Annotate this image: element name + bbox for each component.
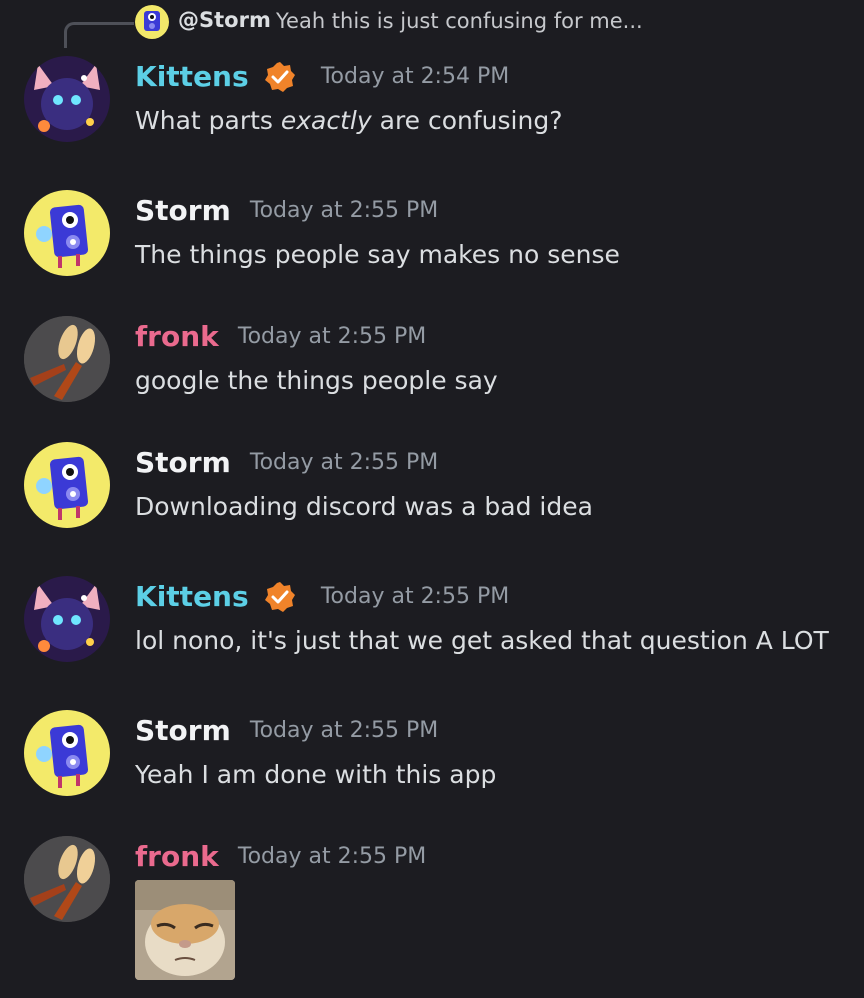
cat-image-icon xyxy=(135,880,235,980)
username[interactable]: fronk xyxy=(135,840,219,873)
timestamp: Today at 2:55 PM xyxy=(249,718,439,743)
message-emphasis: exactly xyxy=(280,106,372,135)
message: fronk Today at 2:55 PM google the things… xyxy=(0,316,864,416)
message-content: Downloading discord was a bad idea xyxy=(135,492,593,521)
username[interactable]: Kittens xyxy=(135,580,249,613)
message-header: fronk Today at 2:55 PM xyxy=(135,840,426,880)
timestamp: Today at 2:55 PM xyxy=(237,844,427,869)
avatar[interactable] xyxy=(24,710,110,796)
storm-avatar-icon xyxy=(144,11,160,31)
username[interactable]: Kittens xyxy=(135,60,249,93)
kittens-avatar-icon xyxy=(24,56,110,142)
storm-avatar-icon xyxy=(36,456,89,520)
avatar[interactable] xyxy=(24,442,110,528)
message-header: Storm Today at 2:55 PM xyxy=(135,194,438,234)
timestamp: Today at 2:55 PM xyxy=(249,450,439,475)
reply-preview[interactable]: @Storm Yeah this is just confusing for m… xyxy=(0,0,864,48)
message-content: Yeah I am done with this app xyxy=(135,760,497,789)
message-list: @Storm Yeah this is just confusing for m… xyxy=(0,0,864,998)
verified-badge-icon xyxy=(264,581,295,612)
message-header: Kittens Today at 2:54 PM xyxy=(135,60,509,100)
kittens-avatar-icon xyxy=(24,576,110,662)
verified-badge-icon xyxy=(264,61,295,92)
message-header: Kittens Today at 2:55 PM xyxy=(135,580,509,620)
message: Kittens Today at 2:54 PM What parts exac… xyxy=(0,56,864,166)
message: Storm Today at 2:55 PM Yeah I am done wi… xyxy=(0,710,864,810)
username[interactable]: Storm xyxy=(135,194,231,227)
username[interactable]: Storm xyxy=(135,714,231,747)
message: Storm Today at 2:55 PM The things people… xyxy=(0,190,864,290)
message: fronk Today at 2:55 PM xyxy=(0,836,864,986)
message-content: What parts exactly are confusing? xyxy=(135,106,562,135)
message: Storm Today at 2:55 PM Downloading disco… xyxy=(0,442,864,542)
image-attachment[interactable] xyxy=(135,880,235,980)
username[interactable]: fronk xyxy=(135,320,219,353)
message-content: The things people say makes no sense xyxy=(135,240,620,269)
message: Kittens Today at 2:55 PM lol nono, it's … xyxy=(0,576,864,676)
reply-username[interactable]: @Storm xyxy=(178,8,271,32)
message-header: Storm Today at 2:55 PM xyxy=(135,446,438,486)
avatar[interactable] xyxy=(24,836,110,922)
timestamp: Today at 2:55 PM xyxy=(320,584,510,609)
message-content: lol nono, it's just that we get asked th… xyxy=(135,626,829,655)
timestamp: Today at 2:55 PM xyxy=(249,198,439,223)
fronk-avatar-icon xyxy=(24,316,110,402)
storm-avatar-icon xyxy=(36,204,89,268)
avatar[interactable] xyxy=(24,190,110,276)
avatar[interactable] xyxy=(24,56,110,142)
avatar[interactable] xyxy=(24,316,110,402)
message-content: google the things people say xyxy=(135,366,498,395)
message-text: What parts xyxy=(135,106,281,135)
reply-connector xyxy=(64,22,134,48)
reply-avatar[interactable] xyxy=(135,5,169,39)
timestamp: Today at 2:55 PM xyxy=(237,324,427,349)
message-header: Storm Today at 2:55 PM xyxy=(135,714,438,754)
avatar[interactable] xyxy=(24,576,110,662)
username[interactable]: Storm xyxy=(135,446,231,479)
timestamp: Today at 2:54 PM xyxy=(320,64,510,89)
storm-avatar-icon xyxy=(36,724,89,788)
fronk-avatar-icon xyxy=(24,836,110,922)
message-text: are confusing? xyxy=(371,106,563,135)
message-header: fronk Today at 2:55 PM xyxy=(135,320,426,360)
reply-text[interactable]: Yeah this is just confusing for me... xyxy=(276,9,643,33)
